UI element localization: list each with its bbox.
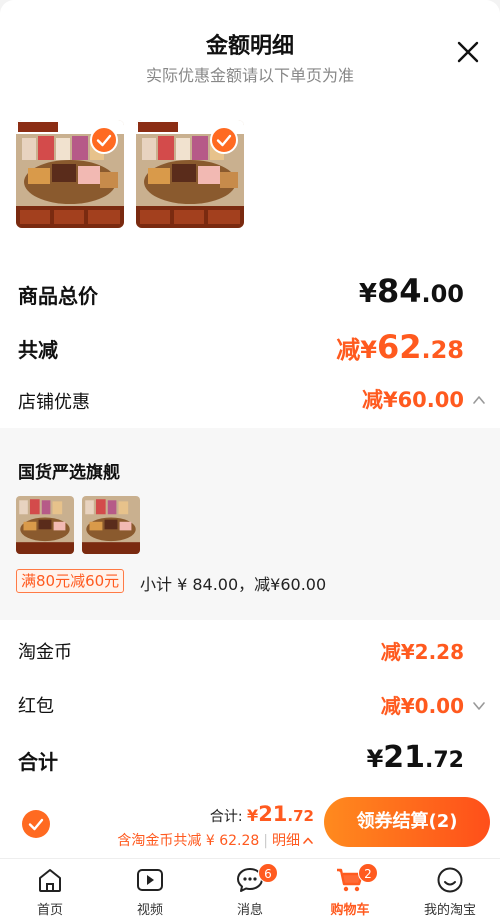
- total-price-row: 商品总价 ¥84.00: [0, 272, 500, 316]
- close-icon: [457, 41, 479, 63]
- tab-label: 消息: [236, 903, 263, 918]
- total-price-value: ¥84.00: [359, 272, 464, 310]
- coins-label: 淘金币: [18, 642, 72, 663]
- total-price-label: 商品总价: [18, 284, 98, 308]
- footer-currency: ¥: [247, 806, 259, 825]
- check-icon: [96, 134, 112, 147]
- grand-total-row: 合计 ¥21.72: [0, 740, 500, 784]
- tab-label: 我的淘宝: [423, 903, 476, 918]
- currency-symbol: ¥: [366, 745, 384, 773]
- check-icon: [216, 134, 232, 147]
- selected-check[interactable]: [210, 126, 238, 154]
- total-price-decimal: .00: [421, 280, 464, 308]
- total-reduce-integer: 62: [376, 328, 422, 366]
- divider: |: [263, 833, 268, 849]
- tab-label: 首页: [36, 903, 63, 918]
- home-icon: [35, 865, 65, 895]
- grand-total-value: ¥21.72: [367, 740, 464, 775]
- red-packet-row[interactable]: 红包 减¥0.00: [0, 688, 500, 724]
- footer-total: 合计: ¥21.72: [210, 802, 314, 826]
- sheet-title: 金额明细: [205, 34, 294, 59]
- grand-total-integer: 21: [383, 740, 426, 775]
- total-reduce-row: 共减 减¥62.28: [0, 328, 500, 372]
- detail-label: 明细: [272, 833, 300, 849]
- tab-home[interactable]: 首页: [0, 865, 100, 918]
- selected-check[interactable]: [90, 126, 118, 154]
- shop-discount-row[interactable]: 店铺优惠 减¥60.00: [0, 384, 500, 420]
- coins-row: 淘金币 减¥2.28: [0, 634, 500, 670]
- reduce-prefix: 减¥: [336, 336, 377, 364]
- video-icon: [135, 865, 165, 895]
- promo-tag: 满80元减60元: [16, 569, 125, 593]
- tab-my-taobao[interactable]: 我的淘宝: [400, 865, 500, 918]
- product-thumbnail[interactable]: [16, 120, 124, 228]
- total-reduce-label: 共减: [18, 338, 58, 362]
- coins-value: 减¥2.28: [380, 640, 464, 664]
- close-button[interactable]: [456, 40, 480, 64]
- detail-toggle[interactable]: 明细: [272, 833, 314, 849]
- product-thumbnail[interactable]: [136, 120, 244, 228]
- tab-video[interactable]: 视频: [100, 865, 200, 918]
- footer-discount-line: 含淘金币共减 ¥ 62.28 | 明细: [117, 830, 314, 850]
- smile-icon: [435, 865, 465, 895]
- product-image: [16, 496, 74, 554]
- red-packet-label: 红包: [18, 696, 54, 717]
- sheet-header: 金额明细 实际优惠金额请以下单页为准: [0, 0, 500, 100]
- total-price-integer: 84: [376, 272, 422, 310]
- sheet-subtitle: 实际优惠金额请以下单页为准: [145, 66, 354, 85]
- store-product-thumbnail: [16, 496, 74, 554]
- tab-label: 视频: [136, 903, 163, 918]
- footer-discount-text: 含淘金币共减 ¥ 62.28: [117, 833, 260, 849]
- chevron-up-icon: [473, 396, 485, 404]
- footer-total-integer: 21: [258, 802, 288, 826]
- store-product-thumbnail: [82, 496, 140, 554]
- product-image: [82, 496, 140, 554]
- amount-detail-sheet: 金额明细 实际优惠金额请以下单页为准 商品总价 ¥84.00 共减 减¥62.2…: [0, 0, 500, 918]
- chevron-down-icon: [473, 702, 485, 710]
- checkout-bar: 合计: ¥21.72 含淘金币共减 ¥ 62.28 | 明细 领券结算(2): [0, 790, 500, 860]
- red-packet-value: 减¥0.00: [380, 694, 464, 718]
- footer-total-label: 合计:: [209, 809, 248, 825]
- bottom-tab-bar: 首页 视频 6 消息 2 购物车 我的淘宝: [0, 858, 500, 918]
- cart-badge: 2: [358, 863, 378, 883]
- tab-label: 购物车: [330, 903, 370, 918]
- shop-discount-label: 店铺优惠: [18, 392, 90, 413]
- checkout-button[interactable]: 领券结算(2): [324, 797, 490, 847]
- grand-total-label: 合计: [18, 750, 58, 774]
- message-badge: 6: [258, 863, 278, 883]
- check-icon: [28, 818, 44, 831]
- grand-total-decimal: .72: [425, 748, 464, 773]
- total-reduce-decimal: .28: [421, 336, 464, 364]
- promo-subtotal-text: 小计 ¥ 84.00，减¥60.00: [140, 575, 327, 594]
- total-reduce-value: 减¥62.28: [336, 328, 464, 366]
- footer-total-decimal: .72: [287, 807, 314, 825]
- store-name: 国货严选旗舰: [18, 463, 120, 483]
- tab-messages[interactable]: 6 消息: [200, 863, 300, 918]
- tab-cart[interactable]: 2 购物车: [300, 863, 400, 918]
- currency-symbol: ¥: [358, 279, 377, 309]
- chevron-up-icon: [303, 837, 313, 844]
- shop-discount-value: 减¥60.00: [361, 388, 464, 412]
- select-all-checkbox[interactable]: [22, 810, 50, 838]
- store-discount-panel: 国货严选旗舰 满80元减60元 小计 ¥ 84.00，减¥60.00: [0, 428, 500, 620]
